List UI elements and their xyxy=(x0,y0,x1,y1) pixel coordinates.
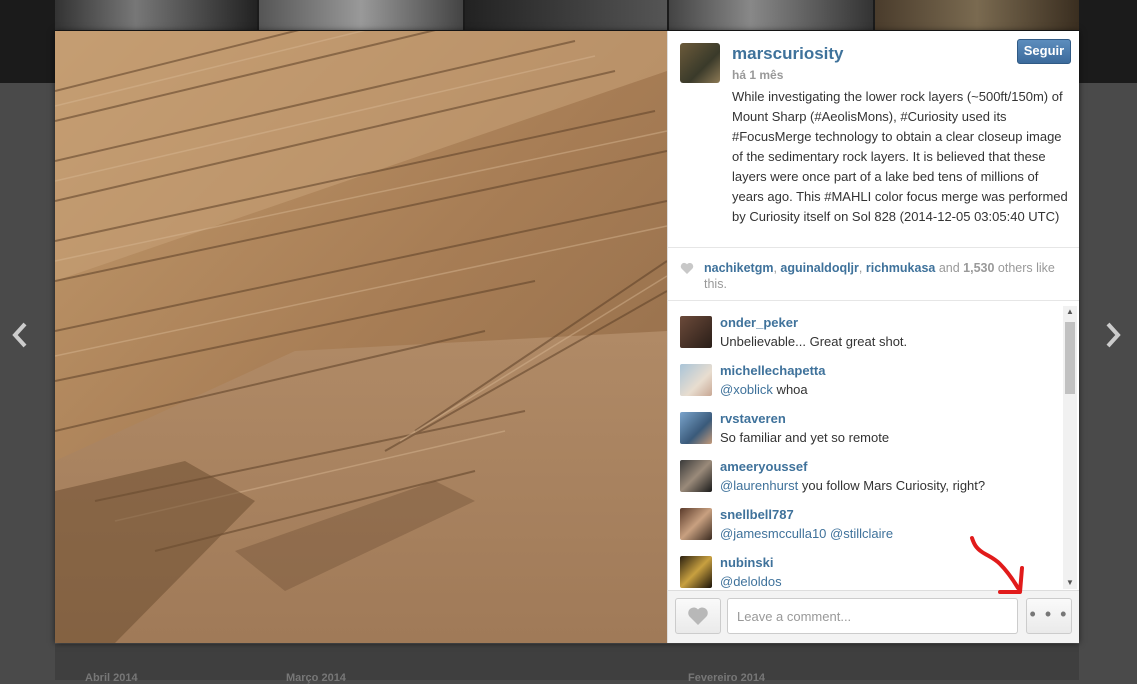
likes-count[interactable]: 1,530 xyxy=(963,261,994,275)
comment-body: Unbelievable... Great great shot. xyxy=(720,334,908,349)
comment-text: @xoblick whoa xyxy=(720,382,808,397)
like-button[interactable] xyxy=(675,598,721,634)
month-label: Março 2014 xyxy=(286,672,346,684)
avatar[interactable] xyxy=(680,364,712,396)
comment-mention[interactable]: @deloldos xyxy=(720,574,782,589)
likes-section: nachiketgm, aguinaldoqljr, richmukasa an… xyxy=(668,247,1079,301)
comment-item: ameeryoussef @laurenhurst you follow Mar… xyxy=(680,456,1060,500)
month-label: Fevereiro 2014 xyxy=(688,672,766,684)
comment-username[interactable]: nubinski xyxy=(720,555,773,570)
avatar[interactable] xyxy=(680,508,712,540)
avatar[interactable] xyxy=(680,556,712,588)
liker-link[interactable]: richmukasa xyxy=(866,261,935,275)
post-username[interactable]: marscuriosity xyxy=(732,44,844,64)
comment-body: you follow Mars Curiosity, right? xyxy=(798,478,986,493)
comment-username[interactable]: rvstaveren xyxy=(720,411,786,426)
avatar[interactable] xyxy=(680,316,712,348)
liker-link[interactable]: aguinaldoqljr xyxy=(780,261,858,275)
comment-mention[interactable]: @laurenhurst xyxy=(720,478,798,493)
background-thumbnail[interactable] xyxy=(465,0,667,30)
comments-scrollbar[interactable]: ▲ ▼ xyxy=(1063,306,1077,589)
photo-modal: marscuriosity há 1 mês Seguir While inve… xyxy=(55,31,1079,643)
post-photo[interactable] xyxy=(55,31,667,643)
avatar[interactable] xyxy=(680,460,712,492)
comment-username[interactable]: michellechapetta xyxy=(720,363,826,378)
background-thumbnail[interactable] xyxy=(669,0,873,30)
comment-text: So familiar and yet so remote xyxy=(720,430,889,445)
chevron-left-icon[interactable] xyxy=(10,318,30,352)
comment-text: @jamesmcculla10 @stillclaire xyxy=(720,526,893,541)
post-time[interactable]: há 1 mês xyxy=(732,68,783,82)
avatar[interactable] xyxy=(680,412,712,444)
post-header: marscuriosity há 1 mês Seguir While inve… xyxy=(668,31,1080,247)
comment-body: whoa xyxy=(772,382,808,397)
background-archive xyxy=(55,643,1079,680)
comment-input[interactable] xyxy=(727,598,1018,634)
mars-rock-layers-image xyxy=(55,31,667,643)
background-thumbnail[interactable] xyxy=(55,0,257,30)
comment-text: @deloldos xyxy=(720,574,782,589)
comment-mention[interactable]: @xoblick xyxy=(720,382,773,397)
scroll-thumb[interactable] xyxy=(1065,322,1075,394)
post-caption: While investigating the lower rock layer… xyxy=(732,89,1068,224)
red-arrow-annotation-icon xyxy=(970,536,1024,594)
scroll-down-arrow-icon[interactable]: ▼ xyxy=(1063,577,1077,589)
likes-separator: , xyxy=(858,261,866,275)
month-label: Abril 2014 xyxy=(85,672,138,684)
comment-username[interactable]: onder_peker xyxy=(720,315,798,330)
comment-item: rvstaveren So familiar and yet so remote xyxy=(680,408,1060,452)
heart-icon xyxy=(688,607,708,625)
comment-text: @laurenhurst you follow Mars Curiosity, … xyxy=(720,478,985,493)
comment-mention[interactable]: @jamesmcculla10 @stillclaire xyxy=(720,526,893,541)
comment-item: michellechapetta @xoblick whoa xyxy=(680,360,1060,404)
heart-icon xyxy=(680,262,694,274)
comment-username[interactable]: ameeryoussef xyxy=(720,459,807,474)
more-options-button[interactable]: • • • xyxy=(1026,598,1072,634)
background-thumbnail[interactable] xyxy=(259,0,463,30)
liker-link[interactable]: nachiketgm xyxy=(704,261,773,275)
background-thumbnail[interactable] xyxy=(875,0,1079,30)
comment-item: onder_peker Unbelievable... Great great … xyxy=(680,312,1060,356)
follow-button[interactable]: Seguir xyxy=(1017,39,1071,64)
comment-text: Unbelievable... Great great shot. xyxy=(720,334,907,349)
likes-and: and xyxy=(935,261,964,275)
chevron-right-icon[interactable] xyxy=(1103,318,1123,352)
likes-text: nachiketgm, aguinaldoqljr, richmukasa an… xyxy=(704,260,1064,292)
scroll-up-arrow-icon[interactable]: ▲ xyxy=(1063,306,1077,318)
comment-body: So familiar and yet so remote xyxy=(720,430,890,445)
comment-username[interactable]: snellbell787 xyxy=(720,507,794,522)
avatar[interactable] xyxy=(680,43,720,83)
